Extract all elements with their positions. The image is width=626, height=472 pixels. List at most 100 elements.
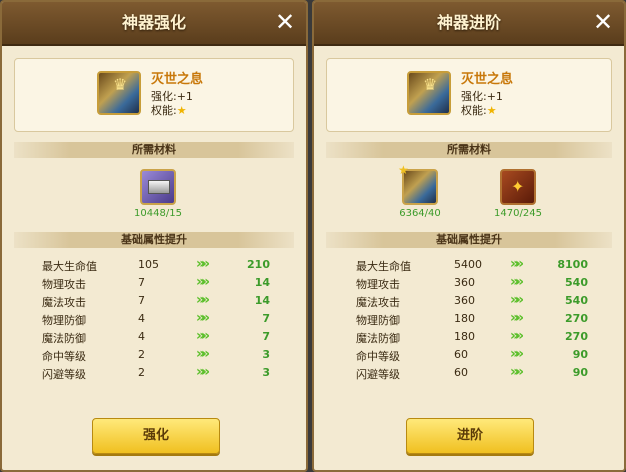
stats-header: 基础属性提升 xyxy=(326,232,612,248)
star-icon: ★ xyxy=(486,104,497,117)
stat-row: 最大生命值 5400 »» 8100 xyxy=(314,256,624,274)
double-arrow-icon: »» xyxy=(510,256,524,272)
double-arrow-icon: »» xyxy=(510,364,524,380)
stat-name: 物理攻击 xyxy=(356,278,400,291)
stat-row: 物理防御 4 »» 7 xyxy=(2,310,306,328)
stat-new-value: 8100 xyxy=(557,258,588,271)
material-count: 6364/40 xyxy=(399,208,441,219)
stat-row: 物理攻击 360 »» 540 xyxy=(314,274,624,292)
stat-new-value: 270 xyxy=(565,330,588,343)
artifact-icon[interactable]: ♛ xyxy=(407,71,451,115)
panel-title: 神器强化 xyxy=(121,13,186,32)
double-arrow-icon: »» xyxy=(196,256,210,272)
double-arrow-icon: »» xyxy=(510,292,524,308)
close-icon[interactable]: ✕ xyxy=(590,9,616,35)
advance-button[interactable]: 进阶 xyxy=(406,418,534,454)
stat-current-value: 105 xyxy=(138,258,159,271)
material-count: 10448/15 xyxy=(134,208,182,219)
stat-current-value: 7 xyxy=(138,294,145,307)
item-name: 灭世之息 xyxy=(151,72,204,87)
stat-current-value: 4 xyxy=(138,312,145,325)
double-arrow-icon: »» xyxy=(196,346,210,362)
title-bar: 神器强化 ✕ xyxy=(2,2,306,46)
stat-name: 命中等级 xyxy=(42,350,86,363)
stat-new-value: 90 xyxy=(572,366,588,379)
stat-name: 物理防御 xyxy=(42,314,86,327)
stats-header: 基础属性提升 xyxy=(14,232,294,248)
stat-current-value: 60 xyxy=(454,366,468,379)
stat-row: 命中等级 2 »» 3 xyxy=(2,346,306,364)
item-card: ♛ 灭世之息 强化:+1 权能:★ xyxy=(326,58,612,132)
double-arrow-icon: »» xyxy=(196,292,210,308)
stat-new-value: 540 xyxy=(565,294,588,307)
stat-current-value: 360 xyxy=(454,294,475,307)
stat-name: 魔法防御 xyxy=(356,332,400,345)
stat-name: 命中等级 xyxy=(356,350,400,363)
stat-new-value: 210 xyxy=(247,258,270,271)
stat-name: 魔法防御 xyxy=(42,332,86,345)
stat-new-value: 7 xyxy=(262,330,270,343)
red-crystal-icon[interactable]: ✦ xyxy=(500,169,536,205)
stat-name: 最大生命值 xyxy=(356,260,411,273)
stat-new-value: 14 xyxy=(254,276,270,289)
stat-current-value: 4 xyxy=(138,330,145,343)
stat-current-value: 180 xyxy=(454,312,475,325)
stat-name: 闪避等级 xyxy=(356,368,400,381)
materials-header: 所需材料 xyxy=(326,142,612,158)
material-count: 1470/245 xyxy=(494,208,542,219)
double-arrow-icon: »» xyxy=(510,310,524,326)
stat-current-value: 2 xyxy=(138,366,145,379)
stat-row: 最大生命值 105 »» 210 xyxy=(2,256,306,274)
enhance-panel: 神器强化 ✕ ♛ 灭世之息 强化:+1 权能:★ 所需材料 10448/15 基… xyxy=(0,0,308,472)
stat-name: 物理攻击 xyxy=(42,278,86,291)
artifact-material-icon[interactable]: ★ xyxy=(398,163,438,205)
stat-current-value: 360 xyxy=(454,276,475,289)
double-arrow-icon: »» xyxy=(510,346,524,362)
double-arrow-icon: »» xyxy=(196,274,210,290)
stat-row: 魔法攻击 7 »» 14 xyxy=(2,292,306,310)
stat-new-value: 3 xyxy=(262,366,270,379)
materials-header: 所需材料 xyxy=(14,142,294,158)
artifact-icon[interactable]: ♛ xyxy=(97,71,141,115)
advance-panel: 神器进阶 ✕ ♛ 灭世之息 强化:+1 权能:★ 所需材料 ★ 6364/40 … xyxy=(312,0,626,472)
permission-line: 权能:★ xyxy=(151,102,187,118)
stat-current-value: 5400 xyxy=(454,258,482,271)
stat-name: 最大生命值 xyxy=(42,260,97,273)
enhance-button[interactable]: 强化 xyxy=(92,418,220,454)
stat-current-value: 7 xyxy=(138,276,145,289)
stat-current-value: 60 xyxy=(454,348,468,361)
stat-name: 闪避等级 xyxy=(42,368,86,381)
stat-row: 闪避等级 2 »» 3 xyxy=(2,364,306,382)
title-bar: 神器进阶 ✕ xyxy=(314,2,624,46)
double-arrow-icon: »» xyxy=(196,328,210,344)
stat-current-value: 180 xyxy=(454,330,475,343)
close-icon[interactable]: ✕ xyxy=(272,9,298,35)
stat-row: 魔法攻击 360 »» 540 xyxy=(314,292,624,310)
panel-title: 神器进阶 xyxy=(436,13,501,32)
stat-row: 物理攻击 7 »» 14 xyxy=(2,274,306,292)
item-card: ♛ 灭世之息 强化:+1 权能:★ xyxy=(14,58,294,132)
star-icon: ★ xyxy=(176,104,187,117)
stat-row: 闪避等级 60 »» 90 xyxy=(314,364,624,382)
double-arrow-icon: »» xyxy=(510,274,524,290)
stat-new-value: 14 xyxy=(254,294,270,307)
stat-row: 魔法防御 4 »» 7 xyxy=(2,328,306,346)
silver-bar-icon[interactable] xyxy=(140,169,176,205)
double-arrow-icon: »» xyxy=(196,364,210,380)
stat-new-value: 3 xyxy=(262,348,270,361)
stat-name: 魔法攻击 xyxy=(42,296,86,309)
stat-name: 魔法攻击 xyxy=(356,296,400,309)
permission-label: 权能: xyxy=(151,104,177,117)
stat-row: 魔法防御 180 »» 270 xyxy=(314,328,624,346)
double-arrow-icon: »» xyxy=(510,328,524,344)
double-arrow-icon: »» xyxy=(196,310,210,326)
stat-new-value: 90 xyxy=(572,348,588,361)
stat-new-value: 7 xyxy=(262,312,270,325)
stat-row: 命中等级 60 »» 90 xyxy=(314,346,624,364)
permission-line: 权能:★ xyxy=(461,102,497,118)
stat-new-value: 270 xyxy=(565,312,588,325)
permission-label: 权能: xyxy=(461,104,487,117)
stat-new-value: 540 xyxy=(565,276,588,289)
stat-current-value: 2 xyxy=(138,348,145,361)
stat-row: 物理防御 180 »» 270 xyxy=(314,310,624,328)
